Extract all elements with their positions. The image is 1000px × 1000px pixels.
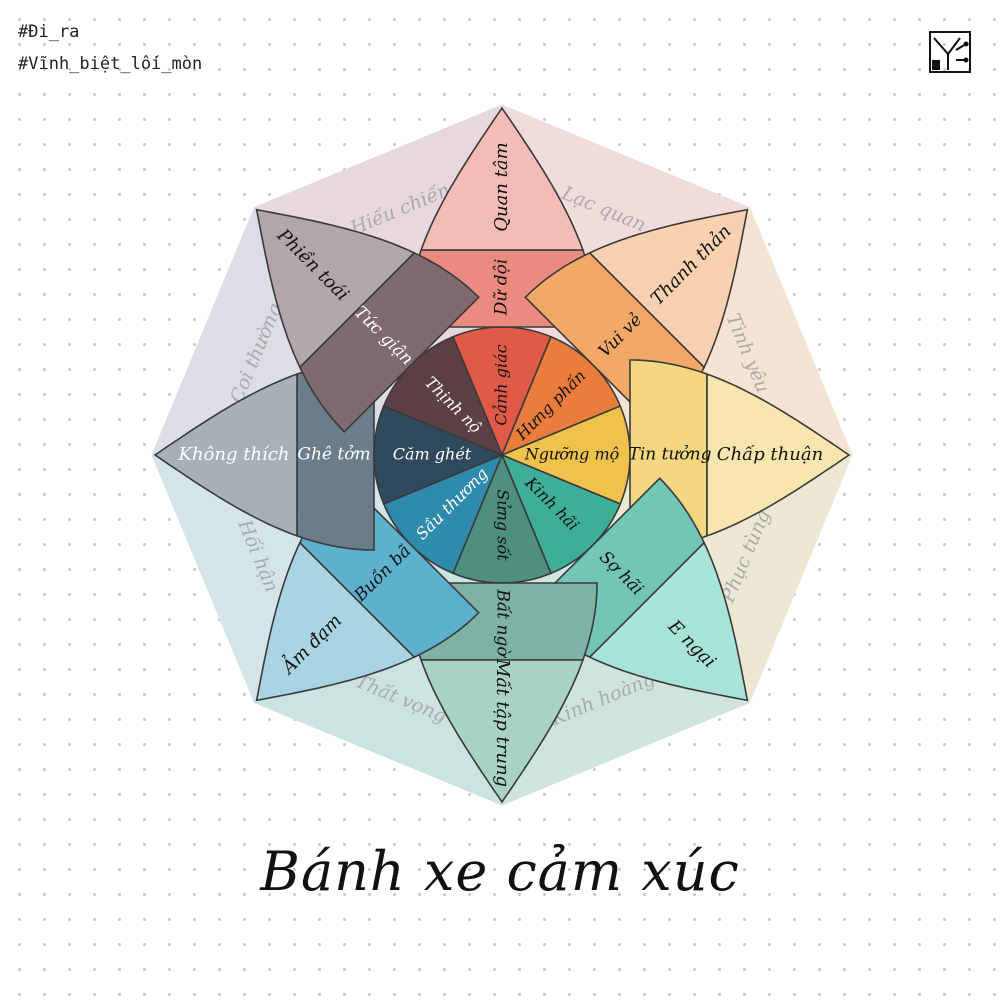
- inner-emotion-label: Ngưỡng mộ: [524, 445, 620, 464]
- inner-emotion-label: Sửng sốt: [494, 489, 513, 561]
- mid-emotion-label: Ghê tởm: [297, 445, 370, 465]
- outer-emotion-label: Không thích: [178, 444, 290, 465]
- mid-emotion-label: Dữ dội: [492, 259, 512, 317]
- outer-emotion-label: Chấp thuận: [717, 444, 823, 465]
- outer-emotion-label: Quan tâm: [491, 142, 512, 231]
- inner-emotion-label: Cảnh giác: [492, 344, 511, 425]
- mid-emotion-label: Bất ngờ: [493, 588, 513, 658]
- mid-emotion-label: Tin tưởng: [629, 445, 712, 465]
- page-title: Bánh xe cảm xúc: [260, 840, 740, 903]
- outer-emotion-label: Mất tập trung: [492, 658, 513, 787]
- inner-emotion-label: Căm ghét: [393, 445, 472, 464]
